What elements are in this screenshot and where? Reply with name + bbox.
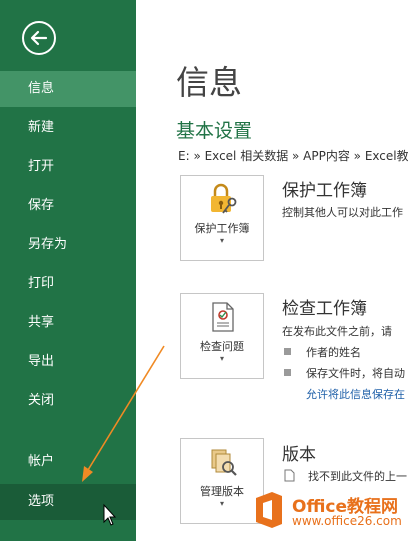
protect-workbook-label: 保护工作簿	[194, 222, 250, 235]
back-button[interactable]	[22, 21, 56, 55]
sidebar-item-print[interactable]: 打印	[0, 266, 136, 302]
sidebar-item-options[interactable]: 选项	[0, 484, 136, 520]
inspect-bullet-save: 保存文件时，将自动	[306, 367, 405, 380]
versions-heading: 版本	[282, 445, 316, 465]
sidebar-item-open[interactable]: 打开	[0, 149, 136, 185]
document-icon	[284, 469, 295, 482]
check-issues-label: 检查问题	[200, 340, 244, 353]
allow-save-info-link[interactable]: 允许将此信息保存在	[306, 386, 405, 402]
backstage-sidebar: 信息 新建 打开 保存 另存为 打印 共享 导出 关闭 帐户 选项	[0, 0, 136, 541]
sidebar-item-account[interactable]: 帐户	[0, 444, 136, 480]
chevron-down-icon: ▾	[219, 236, 224, 245]
sidebar-item-new[interactable]: 新建	[0, 110, 136, 146]
sidebar-item-save-as[interactable]: 另存为	[0, 227, 136, 263]
manage-versions-icon	[211, 449, 237, 476]
versions-description: 找不到此文件的上一	[308, 470, 407, 483]
protect-description: 控制其他人可以对此工作	[282, 206, 403, 219]
page-title: 信息	[176, 63, 242, 102]
info-pane: 信息 基本设置 E: » Excel 相关数据 » APP内容 » Excel教…	[136, 0, 408, 541]
sidebar-item-info[interactable]: 信息	[0, 71, 136, 107]
bullet-icon	[284, 369, 291, 376]
section-title: 基本设置	[176, 120, 253, 142]
watermark: Office教程网 www.office26.com	[252, 490, 408, 538]
sidebar-item-export[interactable]: 导出	[0, 344, 136, 380]
watermark-url: www.office26.com	[292, 514, 402, 528]
inspect-description: 在发布此文件之前，请	[282, 325, 392, 338]
file-path-breadcrumb[interactable]: E: » Excel 相关数据 » APP内容 » Excel教	[178, 147, 408, 164]
protect-heading: 保护工作簿	[282, 181, 367, 201]
inspect-bullet-author: 作者的姓名	[306, 346, 361, 359]
check-issues-button[interactable]: 检查问题 ▾	[180, 293, 264, 379]
lock-key-icon	[211, 183, 237, 214]
inspect-document-icon	[212, 302, 234, 332]
office-logo-icon	[256, 492, 282, 528]
sidebar-item-close[interactable]: 关闭	[0, 383, 136, 419]
protect-workbook-button[interactable]: 保护工作簿 ▾	[180, 175, 264, 261]
inspect-heading: 检查工作簿	[282, 299, 367, 319]
sidebar-item-save[interactable]: 保存	[0, 188, 136, 224]
chevron-down-icon: ▾	[219, 499, 224, 508]
manage-versions-label: 管理版本	[200, 485, 244, 498]
back-arrow-icon	[30, 30, 48, 46]
sidebar-item-share[interactable]: 共享	[0, 305, 136, 341]
chevron-down-icon: ▾	[219, 354, 224, 363]
bullet-icon	[284, 348, 291, 355]
